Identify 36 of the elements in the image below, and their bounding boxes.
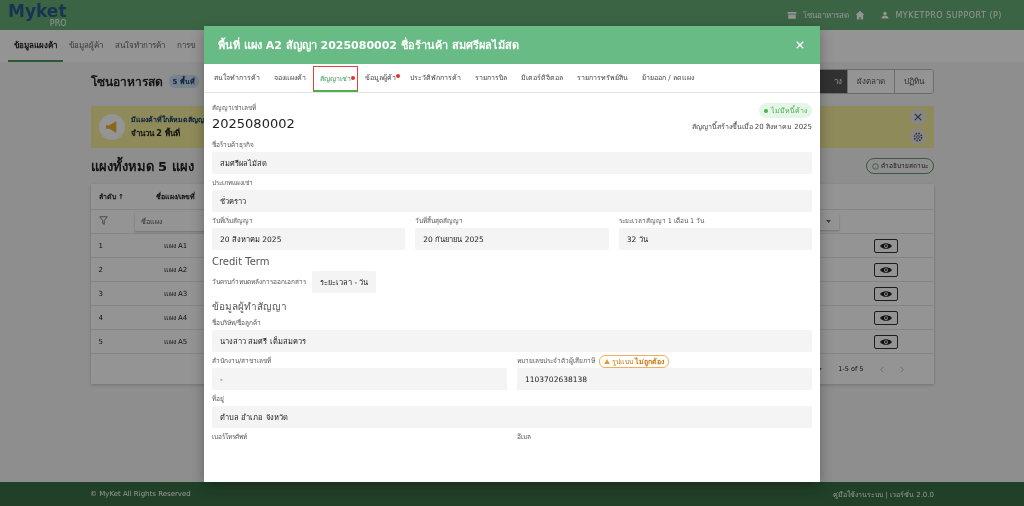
view-button[interactable] [874, 262, 898, 277]
nav-tab[interactable]: การข [171, 30, 201, 62]
caret-icon [825, 220, 831, 223]
help-icon [871, 162, 879, 170]
warning-icon [604, 358, 610, 364]
view-button[interactable] [874, 238, 898, 253]
section-heading: Credit Term [212, 256, 271, 267]
megaphone-icon [98, 114, 125, 140]
zone-title: โซนอาหารสด [90, 73, 163, 91]
eye-icon [880, 289, 892, 298]
dialog-title: พื้นที่ แผง A2 สัญญา 2025080002 ชื่อร้านค้า สมศรีผลไม้สด [218, 36, 519, 54]
close-icon[interactable] [796, 41, 804, 49]
section-heading: ข้อมูลผู้ทำสัญญา [212, 300, 288, 314]
stall-summary: แผงทั้งหมด 5 แผง [90, 155, 194, 176]
view-button[interactable] [874, 310, 898, 325]
view-toggle-button[interactable]: ผังตลาด [846, 69, 894, 93]
view-button[interactable] [874, 334, 898, 349]
eye-icon [880, 337, 892, 346]
user-icon[interactable] [881, 11, 890, 19]
store-icon[interactable] [787, 10, 798, 20]
logo-subtext: PRO [49, 19, 67, 28]
contract-number: 2025080002 [212, 116, 295, 131]
filter-icon[interactable] [98, 216, 108, 225]
eye-icon [880, 241, 892, 250]
close-icon[interactable] [909, 109, 926, 125]
settings-icon[interactable] [909, 129, 926, 145]
view-toggle-button[interactable]: ปฏิทิน [893, 69, 933, 93]
nav-tab[interactable]: ข้อมูลแผงค้า [8, 30, 63, 62]
eye-icon [880, 265, 892, 274]
home-icon[interactable] [855, 10, 866, 20]
nav-tab[interactable]: สนใจทำการค้า [109, 30, 171, 62]
nav-tab[interactable]: ข้อมูลผู้ค้า [63, 30, 109, 62]
view-button[interactable] [874, 286, 898, 301]
logo-text: Myket [8, 2, 67, 20]
banner-count: จำนวน 2 พื้นที่ [130, 127, 181, 140]
eye-icon [880, 313, 892, 322]
